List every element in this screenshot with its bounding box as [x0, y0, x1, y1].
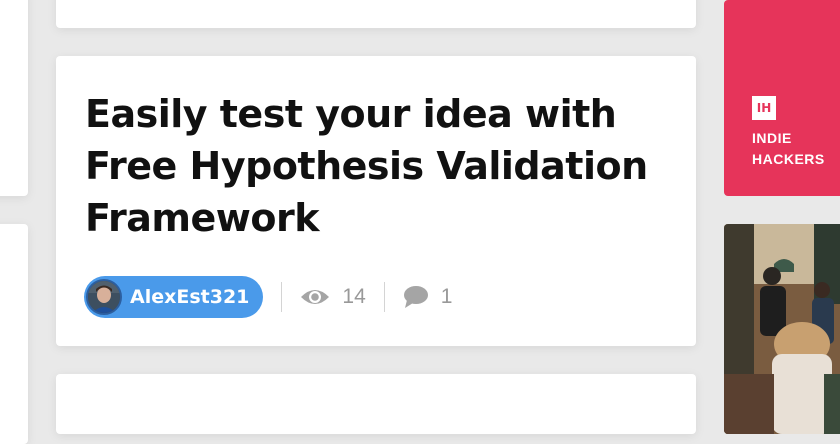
cafe-photo [724, 224, 840, 434]
avatar [86, 279, 122, 315]
post-card[interactable]: Easily test your idea with Free Hypothes… [56, 56, 696, 346]
divider [281, 282, 283, 312]
indie-hackers-banner[interactable]: IH INDIE HACKERS [724, 0, 840, 196]
post-title[interactable]: Easily test your idea with Free Hypothes… [85, 88, 685, 244]
author-name: AlexEst321 [130, 286, 250, 308]
indie-hackers-logo: IH [752, 96, 776, 120]
left-card-partial[interactable] [0, 224, 28, 444]
left-card-partial[interactable] [0, 0, 28, 196]
author-link[interactable]: AlexEst321 [84, 276, 264, 318]
indie-hackers-name: INDIE HACKERS [752, 130, 825, 167]
eye-icon [301, 290, 330, 304]
post-card-partial[interactable] [56, 0, 696, 28]
photo-card[interactable] [724, 224, 840, 434]
comment-icon [403, 286, 428, 308]
post-meta: AlexEst321 14 1 [84, 276, 452, 318]
divider [383, 282, 385, 312]
comments-count[interactable]: 1 [403, 285, 453, 309]
views-count: 14 [300, 285, 366, 309]
post-card-partial[interactable] [56, 374, 696, 434]
comments-value: 1 [440, 285, 453, 308]
views-value: 14 [342, 285, 366, 308]
